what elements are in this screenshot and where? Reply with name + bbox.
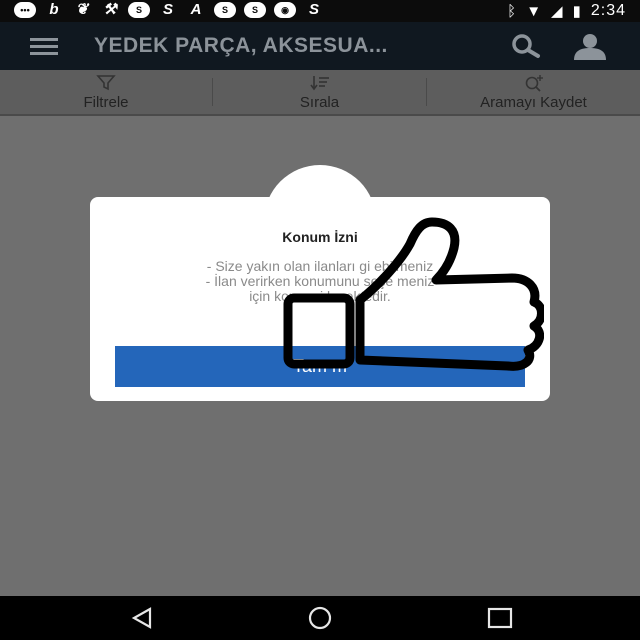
- sahibinden-icon: S: [128, 2, 150, 18]
- system-status: ᛒ ▼ ◢ ▮ 2:34: [507, 2, 626, 20]
- status-bar: ••• b ❦ ⚒ S S A S S ◉ S ᛒ ▼ ◢ ▮ 2:34: [0, 0, 640, 22]
- camera-icon: ◉: [274, 2, 296, 18]
- nav-bar: [0, 596, 640, 640]
- a-icon: A: [190, 1, 202, 18]
- save-search-button[interactable]: Aramayı Kaydet: [427, 70, 640, 114]
- wrench-icon: ⚒: [103, 1, 117, 18]
- wifi-icon: ▼: [526, 2, 542, 20]
- save-search-icon: [525, 75, 543, 92]
- bird-icon: ❦: [75, 1, 89, 18]
- signal-icon: ◢: [551, 3, 563, 20]
- bluetooth-icon: ᛒ: [507, 2, 517, 20]
- back-icon[interactable]: [128, 606, 156, 630]
- home-icon[interactable]: [306, 606, 334, 630]
- s-icon: S: [162, 1, 173, 18]
- user-icon[interactable]: [570, 32, 610, 60]
- sahibinden-icon: S: [214, 2, 236, 18]
- chat-bubble-icon: •••: [14, 2, 36, 18]
- page-title: YEDEK PARÇA, AKSESUA...: [94, 34, 388, 57]
- sort-label: Sırala: [299, 94, 340, 111]
- notification-icons: ••• b ❦ ⚒ S S A S S ◉ S: [14, 2, 324, 18]
- battery-icon: ▮: [572, 3, 581, 20]
- recents-icon[interactable]: [486, 606, 514, 630]
- b-icon: b: [49, 1, 59, 18]
- sort-button[interactable]: Sırala: [213, 70, 426, 114]
- sort-icon: [309, 76, 329, 91]
- filter-label: Filtrele: [83, 94, 129, 111]
- clock: 2:34: [590, 2, 626, 19]
- filter-toolbar: Filtrele Sırala Aramayı Kaydet: [0, 70, 640, 116]
- sahibinden-icon: S: [244, 2, 266, 18]
- s-icon: S: [308, 1, 319, 18]
- thumbs-up-icon: [283, 217, 544, 371]
- save-search-label: Aramayı Kaydet: [480, 94, 587, 111]
- filter-button[interactable]: Filtrele: [0, 70, 212, 114]
- search-icon[interactable]: [508, 33, 542, 59]
- app-bar: YEDEK PARÇA, AKSESUA...: [0, 22, 640, 70]
- menu-icon[interactable]: [30, 38, 58, 55]
- filter-icon: [96, 75, 116, 91]
